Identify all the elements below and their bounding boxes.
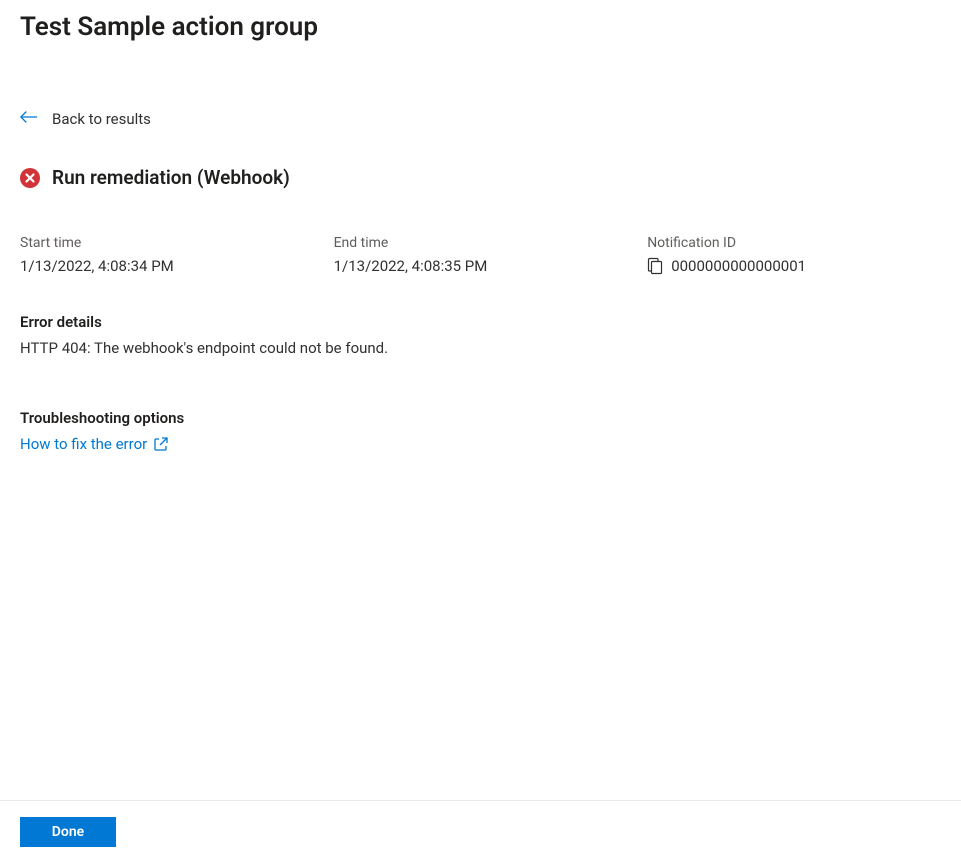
end-time-field: End time 1/13/2022, 4:08:35 PM (334, 235, 638, 275)
troubleshooting-heading: Troubleshooting options (20, 409, 941, 427)
notification-id-value: 0000000000000001 (671, 257, 806, 275)
start-time-field: Start time 1/13/2022, 4:08:34 PM (20, 235, 324, 275)
start-time-label: Start time (20, 235, 324, 251)
footer: Done (0, 800, 961, 857)
notification-id-label: Notification ID (647, 235, 941, 251)
end-time-label: End time (334, 235, 638, 251)
status-title: Run remediation (Webhook) (52, 166, 290, 189)
error-details-message: HTTP 404: The webhook's endpoint could n… (20, 339, 941, 357)
external-link-icon (153, 436, 169, 452)
status-row: Run remediation (Webhook) (20, 166, 941, 189)
end-time-value: 1/13/2022, 4:08:35 PM (334, 257, 638, 275)
back-to-results-label: Back to results (52, 110, 151, 128)
start-time-value: 1/13/2022, 4:08:34 PM (20, 257, 324, 275)
page-title: Test Sample action group (20, 12, 941, 42)
how-to-fix-label: How to fix the error (20, 435, 147, 453)
arrow-left-icon (20, 110, 38, 128)
info-grid: Start time 1/13/2022, 4:08:34 PM End tim… (20, 235, 941, 275)
how-to-fix-link[interactable]: How to fix the error (20, 435, 169, 453)
error-details-heading: Error details (20, 313, 941, 331)
back-to-results-link[interactable]: Back to results (20, 110, 151, 128)
notification-id-field: Notification ID 0000000000000001 (647, 235, 941, 275)
copy-icon[interactable] (647, 257, 663, 275)
done-button[interactable]: Done (20, 817, 116, 847)
error-circle-icon (20, 168, 40, 188)
